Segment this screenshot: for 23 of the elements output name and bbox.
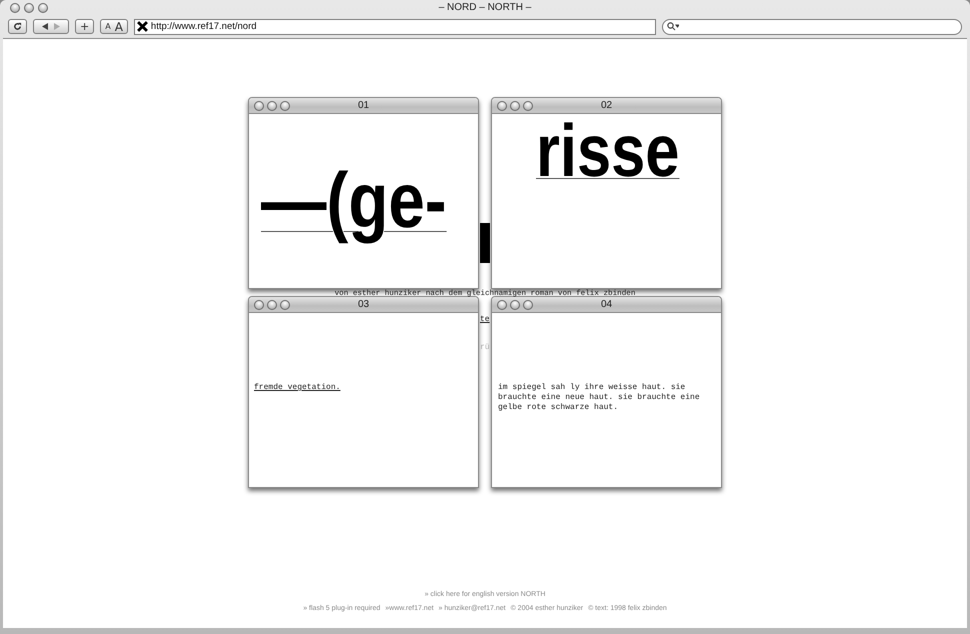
text-size-button[interactable]: A (114, 20, 123, 34)
back-forward-button[interactable] (33, 19, 69, 34)
text-link[interactable]: fremde vegetation. (254, 383, 340, 392)
add-bookmark-button[interactable]: + (75, 19, 94, 34)
search-field[interactable] (662, 18, 962, 34)
window-title: 04 (600, 299, 612, 310)
reload-button[interactable] (8, 19, 27, 34)
reload-icon (13, 22, 22, 31)
letter-fragment (480, 223, 490, 263)
window-title: 03 (358, 299, 370, 310)
text-fragment: te (480, 315, 490, 324)
address-field[interactable]: http://www.ref17.net/nord (134, 18, 656, 34)
window-title: 02 (600, 100, 612, 111)
window-title: – NORD – NORTH – (438, 2, 532, 13)
text-size-button[interactable]: A (105, 22, 111, 31)
headline-text: risse (536, 114, 680, 188)
back-icon[interactable] (42, 23, 48, 30)
cross-icon (136, 21, 148, 32)
window-title: 01 (358, 100, 370, 111)
search-icon (667, 22, 679, 31)
text-fragment: rü (480, 343, 490, 352)
headline-text: —(ge- (261, 155, 447, 246)
story-text: im spiegel sah ly ihre weisse haut. sie brauchte eine neue haut. sie brauchte eine gelbe rote schwarze haut. (498, 383, 701, 413)
